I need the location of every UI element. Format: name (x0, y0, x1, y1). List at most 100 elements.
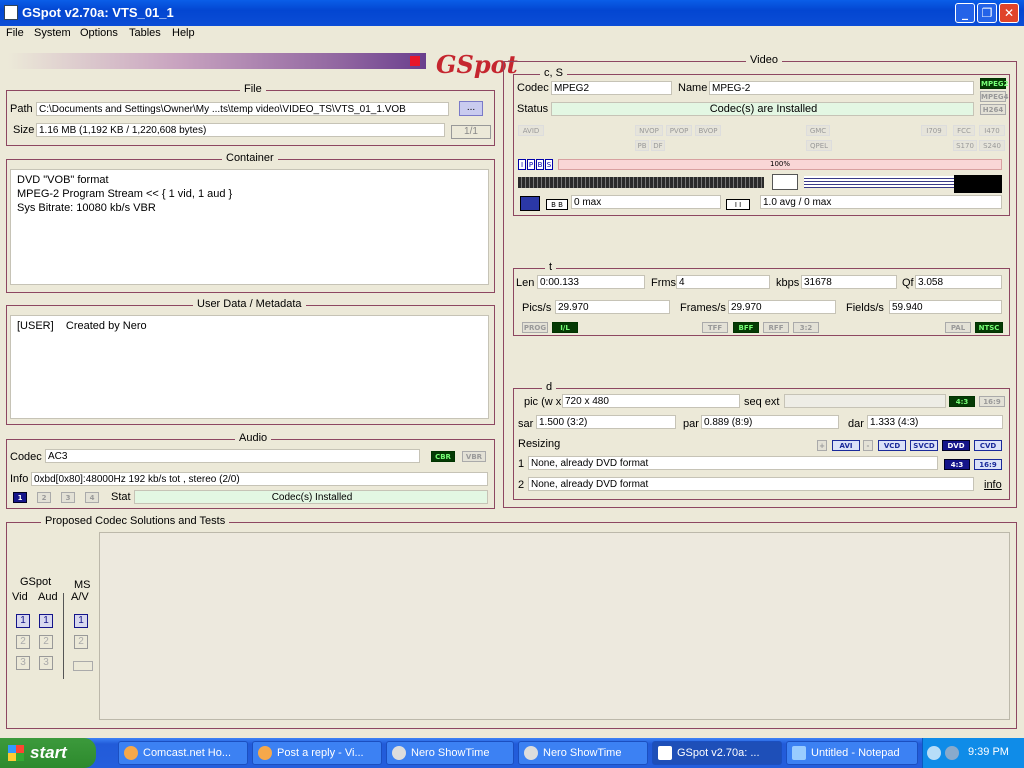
start-button[interactable]: start (0, 738, 96, 768)
windows-logo-icon (8, 745, 24, 761)
be-indicator: B B (546, 199, 568, 210)
taskbar-item-comcast[interactable]: Comcast.net Ho... (118, 741, 248, 765)
file-counter[interactable]: 1/1 (451, 125, 491, 139)
cbr-badge: CBR (431, 451, 455, 462)
i470-flag: I470 (979, 125, 1005, 136)
vcd-button[interactable]: VCD (878, 440, 906, 451)
menu-options[interactable]: Options (80, 27, 118, 39)
taskbar-item-gspot[interactable]: GSpot v2.70a: ... (652, 741, 782, 765)
dvd-button[interactable]: DVD (942, 440, 970, 451)
container-panel-title: Container (222, 152, 278, 164)
firefox-icon (124, 746, 138, 760)
audio-info-field: 0xbd[0x80]:48000Hz 192 kb/s tot , stereo… (31, 472, 488, 486)
taskbar-item-label: Nero ShowTime (543, 747, 622, 759)
resize-minus-button[interactable]: - (863, 440, 873, 451)
minimize-button[interactable]: _ (955, 3, 975, 23)
h264-badge: H264 (980, 104, 1006, 115)
title-bar[interactable]: GSpot v2.70a: VTS_01_1 _ ❐ ✕ (0, 0, 1024, 26)
gspot-app-icon (4, 5, 18, 20)
frame-percent-bar: 100% (558, 159, 1002, 170)
audio-track-4[interactable]: 4 (85, 492, 99, 503)
menu-system[interactable]: System (34, 27, 71, 39)
red-indicator (410, 56, 420, 66)
sar-field: 1.500 (3:2) (536, 415, 676, 429)
size-label: Size (13, 124, 35, 136)
pics-field: 29.970 (555, 300, 670, 314)
aud-solution-1[interactable]: 1 (39, 614, 53, 628)
audio-track-1[interactable]: 1 (13, 492, 27, 503)
aud-solution-2[interactable]: 2 (39, 635, 53, 649)
gmc-flag: GMC (806, 125, 830, 136)
close-button[interactable]: ✕ (999, 3, 1019, 23)
path-field[interactable]: C:\Documents and Settings\Owner\My ...ts… (36, 102, 449, 116)
resizing-label: Resizing (518, 438, 561, 450)
gspot-column-label: GSpot (20, 576, 52, 588)
userdata-text: [USER] Created by Nero (10, 315, 489, 419)
tray-expand-icon[interactable] (927, 746, 941, 760)
i-avg-field: 1.0 avg / 0 max (760, 195, 1002, 209)
codec-solutions-title: Proposed Codec Solutions and Tests (41, 515, 230, 527)
taskbar-item-label: Nero ShowTime (411, 747, 490, 759)
container-panel: Container DVD "VOB" format MPEG-2 Progra… (6, 152, 495, 293)
size-field: 1.16 MB (1,192 KB / 1,220,608 bytes) (36, 123, 445, 137)
pal-badge: PAL (945, 322, 971, 333)
notepad-icon (792, 746, 806, 760)
video-panel-title: Video (746, 54, 782, 66)
svcd-button[interactable]: SVCD (910, 440, 938, 451)
seqext-169-badge: 16:9 (979, 396, 1005, 407)
df-flag: DF (651, 140, 665, 151)
cvd-button[interactable]: CVD (974, 440, 1002, 451)
container-info-text: DVD "VOB" format MPEG-2 Program Stream <… (10, 169, 489, 285)
system-tray: 9:39 PM (922, 738, 1024, 768)
ms-label: MS (74, 579, 91, 591)
userdata-panel: User Data / Metadata [USER] Created by N… (6, 298, 495, 425)
avi-button[interactable]: AVI (832, 440, 860, 451)
qf-field: 3.058 (915, 275, 1002, 289)
mpeg2-badge: MPEG2 (980, 78, 1009, 89)
userdata-panel-title: User Data / Metadata (193, 298, 306, 310)
resize-1-43-badge: 4:3 (944, 459, 970, 470)
taskbar-item-post-reply[interactable]: Post a reply - Vi... (252, 741, 382, 765)
frms-label: Frms (651, 277, 677, 289)
tray-app-icon[interactable] (945, 746, 959, 760)
audio-codec-label: Codec (10, 451, 42, 463)
ms-av-solution-2[interactable]: 2 (74, 635, 88, 649)
kbps-field: 31678 (801, 275, 897, 289)
maximize-button[interactable]: ❐ (977, 3, 997, 23)
vid-solution-2[interactable]: 2 (16, 635, 30, 649)
vid-solution-3[interactable]: 3 (16, 656, 30, 670)
taskbar-item-nero-2[interactable]: Nero ShowTime (518, 741, 648, 765)
ms-av-slot[interactable] (73, 661, 93, 671)
video-name-label: Name (678, 82, 708, 94)
taskbar-item-nero-1[interactable]: Nero ShowTime (386, 741, 514, 765)
bvop-flag: BVOP (695, 125, 721, 136)
dims-subpanel-title: d (542, 381, 557, 393)
menu-bar: File System Options Tables Help (0, 26, 1024, 44)
frames-field: 29.970 (728, 300, 836, 314)
browse-button[interactable]: ... (459, 101, 483, 116)
pvop-flag: PVOP (666, 125, 692, 136)
aud-solution-3[interactable]: 3 (39, 656, 53, 670)
video-codec-label: Codec (517, 82, 549, 94)
codec-subpanel-title: c, S (540, 67, 567, 79)
fields-label: Fields/s (846, 302, 884, 314)
menu-file[interactable]: File (6, 27, 24, 39)
resize-plus-button[interactable]: + (817, 440, 827, 451)
progress-gradient-bar (8, 53, 426, 69)
menu-help[interactable]: Help (172, 27, 195, 39)
nero-icon (524, 746, 538, 760)
menu-tables[interactable]: Tables (129, 27, 161, 39)
seqext-field (784, 394, 946, 408)
aud-label: Aud (38, 591, 58, 603)
taskbar-item-label: GSpot v2.70a: ... (677, 747, 760, 759)
audio-track-2[interactable]: 2 (37, 492, 51, 503)
ms-av-solution-1[interactable]: 1 (74, 614, 88, 628)
column-divider (63, 593, 64, 679)
audio-panel: Audio Codec AC3 CBR VBR Info 0xbd[0x80]:… (6, 432, 495, 509)
resize-1-field: None, already DVD format (528, 456, 938, 470)
vid-solution-1[interactable]: 1 (16, 614, 30, 628)
audio-panel-title: Audio (235, 432, 272, 444)
audio-track-3[interactable]: 3 (61, 492, 75, 503)
taskbar-item-notepad[interactable]: Untitled - Notepad (786, 741, 918, 765)
info-link[interactable]: info (984, 479, 1002, 491)
